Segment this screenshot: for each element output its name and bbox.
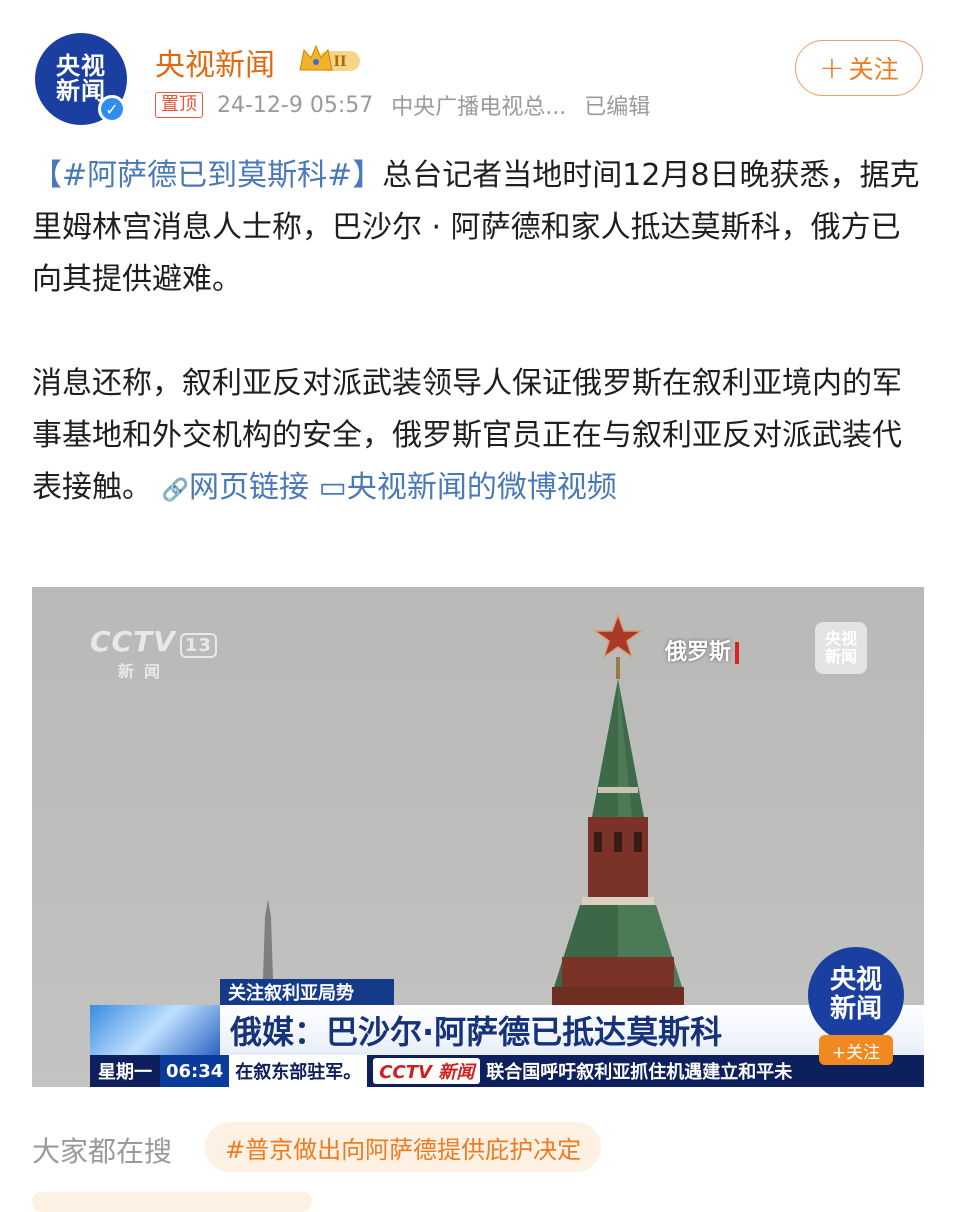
avatar-text-line2: 新闻 [56, 77, 106, 105]
trending-search-label: 大家都在搜 [32, 1135, 173, 1168]
watermark-small: 央视 新闻 [815, 622, 867, 674]
globe-graphic [90, 1005, 220, 1055]
post-timestamp: 24-12-9 05:57 [217, 92, 374, 118]
pinned-badge: 置顶 [155, 92, 203, 118]
watermark-big-l2: 新闻 [829, 994, 882, 1024]
ticker-time: 06:34 [160, 1055, 230, 1087]
hashtag-link[interactable]: 【#阿萨德已到莫斯科#】 [32, 158, 382, 193]
web-link[interactable]: 🔗网页链接 [152, 470, 309, 505]
cctv-channel-logo: CCTV 13 新闻 [90, 625, 217, 682]
video-player[interactable]: CCTV 13 新闻 俄罗斯 央视 新闻 关注叙利亚局势 俄媒：巴沙尔·阿萨德已抵… [32, 587, 924, 1087]
location-text: 俄罗斯 [665, 640, 732, 665]
ticker-text-2: 联合国呼吁叙利亚抓住机遇建立和平未 [486, 1062, 793, 1083]
ticker-day: 星期一 [98, 1062, 152, 1083]
watermark-small-l2: 新闻 [824, 647, 857, 666]
vip-crown-icon: II [299, 44, 360, 71]
topic-strip: 关注叙利亚局势 [220, 979, 394, 1005]
channel-number: 13 [179, 633, 217, 658]
watermark-small-l1: 央视 [824, 628, 857, 648]
ticker-channel: CCTV 新闻 [373, 1058, 481, 1084]
account-name[interactable]: 央视新闻 [155, 40, 275, 84]
web-link-label: 网页链接 [188, 470, 309, 505]
watermark-avatar[interactable]: 央视 新闻 [808, 947, 904, 1043]
edited-label: 已编辑 [584, 95, 651, 120]
link-icon: 🔗 [161, 478, 189, 503]
video-link[interactable]: ▭央视新闻的微博视频 [309, 470, 617, 505]
verified-icon: ✓ [98, 95, 126, 123]
channel-sub: 新闻 [118, 662, 171, 681]
news-ticker: 星期一 06:34 在叙东部驻军。 CCTV 新闻 联合国呼吁叙利亚抓住机遇建立… [90, 1055, 924, 1087]
post-source: 中央广播电视总... [391, 95, 567, 120]
trending-search-chip[interactable]: #普京做出向阿萨德提供庇护决定 [205, 1122, 602, 1172]
svg-text:II: II [333, 54, 346, 70]
location-tag: 俄罗斯 [665, 634, 740, 666]
follow-button[interactable]: + 关注 [795, 40, 923, 96]
channel-logo-text: CCTV [90, 625, 176, 658]
follow-label: 关注 [848, 55, 899, 84]
watermark-big-l1: 央视 [829, 965, 882, 996]
plus-icon: + [819, 50, 845, 86]
post-meta: 置顶 24-12-9 05:57 中央广播电视总... 已编辑 [155, 90, 650, 120]
trending-search-chip-partial[interactable] [32, 1192, 312, 1212]
avatar-text-line1: 央视 [56, 51, 106, 80]
ticker-text-1: 在叙东部驻军。 [229, 1055, 368, 1087]
video-icon: ▭ [318, 470, 347, 505]
watermark-follow-button[interactable]: +关注 [819, 1035, 893, 1065]
post-body: 【#阿萨德已到莫斯科#】总台记者当地时间12月8日晚获悉，据克里姆林宫消息人士称… [32, 150, 924, 517]
video-link-label: 央视新闻的微博视频 [346, 470, 617, 505]
